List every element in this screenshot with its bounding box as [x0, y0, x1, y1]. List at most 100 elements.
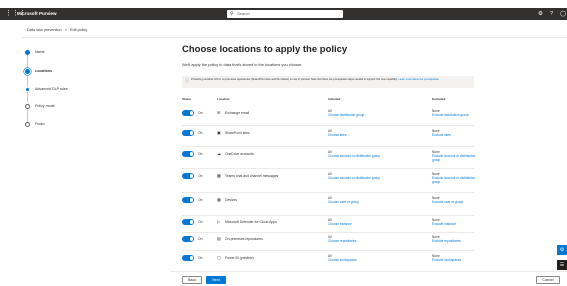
step-label: Advanced DLP rules — [35, 87, 68, 91]
choose-link[interactable]: Choose sites — [328, 133, 428, 137]
breadcrumb-item-dlp[interactable]: Data loss prevention — [27, 28, 62, 32]
location-toggle[interactable] — [182, 236, 194, 242]
top-bar: ⋮⋮⋮ Microsoft Purview ⚲ Search ⚙ ? ◯ — [0, 8, 567, 20]
location-toggle[interactable] — [182, 197, 194, 203]
location-toggle[interactable] — [182, 219, 194, 225]
exclude-link[interactable]: Exclude instance — [432, 222, 477, 226]
included-cell: All Choose user or group — [328, 196, 428, 204]
step-label: Locations — [35, 69, 52, 73]
excluded-cell: None Exclude repositories — [432, 235, 477, 243]
power-bi-icon: ▢ — [217, 255, 221, 260]
feedback-icon[interactable]: ⚙ — [557, 245, 567, 255]
included-cell: All Choose instance — [328, 218, 428, 226]
divider — [22, 37, 567, 38]
exclude-link[interactable]: Exclude workspaces — [432, 258, 477, 262]
step-label: Finish — [35, 122, 45, 126]
location-toggle[interactable] — [182, 173, 194, 179]
cancel-button[interactable]: Cancel — [536, 276, 560, 284]
column-header-location: Location — [217, 97, 230, 101]
excluded-cell: None Exclude user or group — [432, 196, 477, 204]
breadcrumb-item-edit-policy: Edit policy — [69, 28, 88, 32]
info-text: Protecting sensitive info in on-premises… — [191, 78, 471, 82]
step-name[interactable]: Name — [25, 50, 145, 58]
app-name[interactable]: Microsoft Purview — [17, 10, 57, 18]
toggle-state: On — [198, 111, 203, 115]
included-cell: All Choose distribution group — [328, 109, 428, 117]
exclude-link[interactable]: Exclude account or distribution group — [432, 154, 477, 162]
choose-link[interactable]: Choose repositories — [328, 239, 428, 243]
choose-link[interactable]: Choose account or distribution group — [328, 154, 428, 158]
location-name: Teams chat and channel messages — [225, 174, 279, 178]
step-label: Name — [35, 50, 45, 54]
exchange-icon: ✉ — [217, 110, 221, 115]
excluded-cell: None Exclude account or distribution gro… — [432, 150, 477, 162]
toggle-state: On — [198, 237, 203, 241]
step-sub-indicator — [25, 87, 30, 92]
excluded-cell: None Exclude distribution group — [432, 109, 477, 117]
step-upcoming-indicator — [25, 122, 30, 127]
included-cell: All Choose sites — [328, 129, 428, 137]
next-button[interactable]: Next — [206, 276, 226, 284]
included-cell: All Choose account or distribution group — [328, 172, 428, 180]
toggle-state: On — [198, 152, 203, 156]
location-name: Microsoft Defender for Cloud Apps — [225, 220, 277, 224]
back-button[interactable]: Back — [182, 276, 202, 284]
table-row: On ☁ OneDrive accounts All Choose accoun… — [182, 146, 477, 168]
location-name: Exchange email — [225, 111, 250, 115]
search-input[interactable]: ⚲ Search — [227, 10, 343, 18]
footer-divider — [170, 271, 567, 272]
settings-icon[interactable]: ⚙ — [538, 10, 543, 18]
exclude-link[interactable]: Exclude user or group — [432, 200, 477, 204]
table-row: On ▦ Devices All Choose user or group No… — [182, 192, 474, 215]
included-cell: All Choose workspaces — [328, 254, 428, 262]
choose-link[interactable]: Choose account or distribution group — [328, 176, 428, 180]
sharepoint-icon: ▣ — [217, 130, 221, 135]
help-icon[interactable]: ? — [550, 10, 553, 18]
step-finish[interactable]: Finish — [25, 122, 145, 130]
toggle-state: On — [198, 174, 203, 178]
location-toggle[interactable] — [182, 151, 194, 157]
page-subtitle: We'll apply the policy to data that's st… — [182, 62, 303, 67]
excluded-cell: None Exclude instance — [432, 218, 477, 226]
exclude-link[interactable]: Exclude sites — [432, 133, 477, 137]
column-header-excluded: Excluded — [432, 97, 446, 101]
exclude-link[interactable]: Exclude repositories — [432, 239, 477, 243]
choose-link[interactable]: Choose user or group — [328, 200, 428, 204]
breadcrumb: Data loss prevention > Edit policy — [27, 28, 89, 32]
step-locations[interactable]: Locations — [25, 69, 145, 77]
chat-icon[interactable]: ☰ — [557, 260, 567, 270]
location-toggle[interactable] — [182, 110, 194, 116]
info-icon: ⓘ — [185, 77, 189, 83]
step-done-indicator — [25, 50, 30, 55]
devices-icon: ▦ — [217, 197, 221, 202]
step-policy-mode[interactable]: Policy mode — [25, 104, 145, 112]
toggle-state: On — [198, 131, 203, 135]
choose-link[interactable]: Choose distribution group — [328, 113, 428, 117]
step-advanced-dlp-rules[interactable]: Advanced DLP rules — [25, 87, 145, 95]
included-cell: All Choose repositories — [328, 235, 428, 243]
location-toggle[interactable] — [182, 255, 194, 261]
excluded-cell: None Exclude sites — [432, 129, 477, 137]
location-name: On-premises repositories — [225, 237, 263, 241]
prerequisites-link[interactable]: Learn more about the prerequisites — [398, 78, 438, 81]
onedrive-icon: ☁ — [217, 151, 221, 156]
search-placeholder: Search — [237, 11, 250, 16]
on-premises-icon: ▤ — [217, 236, 221, 241]
info-banner: ⓘ Protecting sensitive info in on-premis… — [182, 76, 474, 88]
location-toggle[interactable] — [182, 130, 194, 136]
account-icon[interactable]: ◯ — [560, 10, 566, 18]
step-upcoming-indicator — [25, 104, 30, 109]
table-row: On ▣ SharePoint sites All Choose sites N… — [182, 125, 474, 146]
location-name: SharePoint sites — [225, 131, 250, 135]
table-row: On ▩ Teams chat and channel messages All… — [182, 168, 477, 192]
toggle-state: On — [198, 198, 203, 202]
exclude-link[interactable]: Exclude account or distribution group — [432, 176, 477, 184]
location-name: Devices — [225, 198, 238, 202]
exclude-link[interactable]: Exclude distribution group — [432, 113, 477, 117]
step-label: Policy mode — [35, 104, 55, 108]
choose-link[interactable]: Choose workspaces — [328, 258, 428, 262]
location-name: Power BI (preview) — [225, 256, 254, 260]
table-row: On ✉ Exchange email All Choose distribut… — [182, 104, 474, 125]
choose-link[interactable]: Choose instance — [328, 222, 428, 226]
toggle-state: On — [198, 256, 203, 260]
